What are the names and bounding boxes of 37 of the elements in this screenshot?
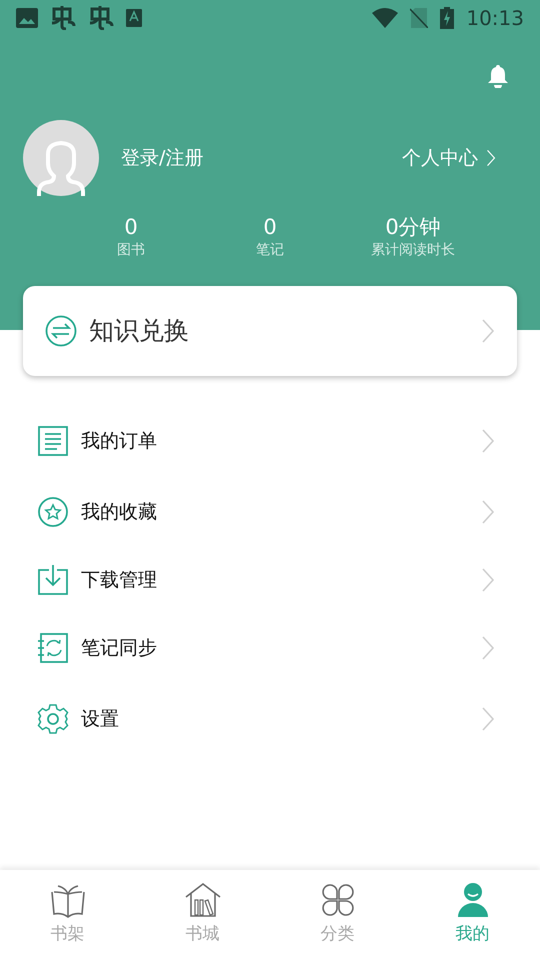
stat-value: 0 [124,214,138,240]
stat-value: 0分钟 [385,214,441,240]
avatar-placeholder[interactable] [23,120,99,196]
sync-notebook-icon [37,632,69,664]
stat-value: 0 [263,214,277,240]
chevron-icon [481,499,495,525]
image-icon [16,8,38,28]
keyboard-badge-icon [126,9,142,27]
menu-item[interactable]: 下载管理 [0,546,540,614]
no-sim-icon [410,8,428,28]
four-petal-icon [320,882,356,918]
bug-icon [50,6,76,30]
document-icon [37,425,69,457]
chevron-icon [481,567,495,593]
menu-item[interactable]: 我的收藏 [0,478,540,546]
stat-label: 累计阅读时长 [371,241,455,260]
chevron-icon [481,706,495,732]
stat-label: 图书 [117,241,145,260]
menu-item[interactable]: 笔记同步 [0,614,540,682]
stat-label: 笔记 [256,241,284,260]
open-book-icon [50,882,86,918]
knowledge-exchange-card[interactable]: 知识兑换 [23,286,517,376]
chevron-icon [481,428,495,454]
menu-item[interactable]: 设置 [0,682,540,756]
bell-icon[interactable] [486,64,510,88]
chevron-icon [481,635,495,661]
battery-charging-icon [440,7,454,29]
wifi-icon [372,8,398,28]
bug-icon [88,6,114,30]
menu-item[interactable]: 我的订单 [0,404,540,478]
house-with-books-icon [184,882,220,918]
chevron-icon [486,149,496,167]
clock-time: 10:13 [466,5,524,32]
chevron-icon [481,318,495,344]
exchange-arrows-icon [45,315,77,347]
settings-icon [37,703,69,735]
download-icon [37,564,69,596]
